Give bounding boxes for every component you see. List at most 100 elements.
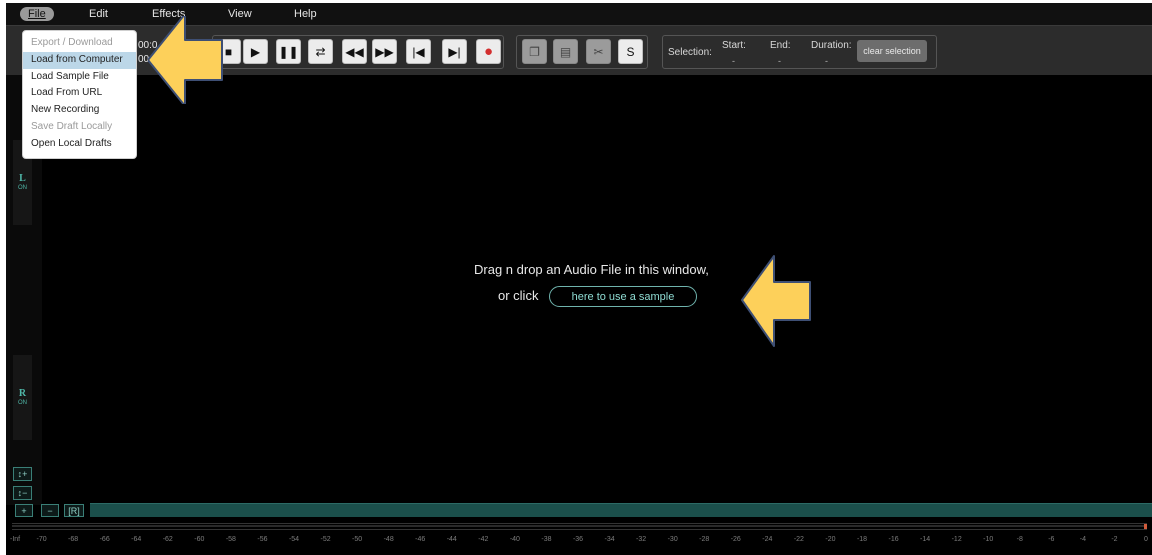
db-scale-label: -40 <box>509 536 520 543</box>
skip-start-button[interactable]: |◀ <box>406 39 431 64</box>
silence-icon: S <box>626 44 635 59</box>
vertical-zoom-out-button[interactable]: ↕− <box>13 486 32 500</box>
db-scale-label: -2 <box>1111 536 1118 543</box>
arrow-pointer-icon <box>741 255 811 347</box>
menu-view[interactable]: View <box>228 7 252 21</box>
db-scale-label: -26 <box>730 536 741 543</box>
db-scale-label: -64 <box>131 536 142 543</box>
play-icon: ▶ <box>250 44 261 59</box>
menu-load-sample-file[interactable]: Load Sample File <box>23 69 136 86</box>
rewind-button[interactable]: ◀◀ <box>342 39 367 64</box>
db-scale-label: -38 <box>541 536 552 543</box>
menu-open-local-drafts[interactable]: Open Local Drafts <box>23 136 136 153</box>
db-scale-label: -42 <box>478 536 489 543</box>
channel-right-state: ON <box>18 400 27 406</box>
db-scale-label: -62 <box>162 536 173 543</box>
channel-left-letter: L <box>19 173 26 184</box>
cut-button[interactable]: ✂ <box>586 39 611 64</box>
record-icon: ● <box>483 43 494 60</box>
drop-instruction: Drag n drop an Audio File in this window… <box>474 262 709 277</box>
clear-selection-button[interactable]: clear selection <box>857 40 927 62</box>
db-scale-label: -22 <box>793 536 804 543</box>
db-scale-label: -36 <box>572 536 584 543</box>
db-scale-label: -54 <box>288 536 300 543</box>
db-scale-label: -66 <box>99 536 110 543</box>
copy-button[interactable]: ❐ <box>522 39 547 64</box>
db-scale-label: 0 <box>1144 536 1148 543</box>
db-scale-label: -28 <box>699 536 710 543</box>
db-scale-label: -30 <box>667 536 678 543</box>
channel-left-state: ON <box>18 185 27 191</box>
or-click-text: or click <box>498 288 539 303</box>
menu-help[interactable]: Help <box>294 7 317 21</box>
db-scale-label: -16 <box>888 536 899 543</box>
silence-button[interactable]: S <box>618 39 643 64</box>
db-scale-label: -12 <box>951 536 962 543</box>
selection-duration-value: - <box>825 56 828 66</box>
level-meter-peak <box>1144 524 1147 529</box>
zoom-reset-button[interactable]: [R] <box>64 504 84 517</box>
db-scale-label: -56 <box>257 536 268 543</box>
skip-end-button[interactable]: ▶| <box>442 39 467 64</box>
db-scale-label: -58 <box>225 536 236 543</box>
db-scale-label: -70 <box>36 536 47 543</box>
play-button[interactable]: ▶ <box>243 39 268 64</box>
sample-link-button[interactable]: here to use a sample <box>549 286 697 307</box>
channel-right-letter: R <box>18 388 27 399</box>
channel-right[interactable]: R ON <box>13 355 32 440</box>
menu-new-recording[interactable]: New Recording <box>23 102 136 119</box>
db-scale-label: -10 <box>983 536 994 543</box>
file-dropdown-menu: Export / Download Load from Computer Loa… <box>22 30 137 159</box>
db-scale-label: -34 <box>604 536 615 543</box>
selection-label: Selection: <box>668 47 712 58</box>
selection-end-value: - <box>778 56 781 66</box>
record-button[interactable]: ● <box>476 39 501 64</box>
menu-save-draft-locally[interactable]: Save Draft Locally <box>23 119 136 136</box>
db-scale: -Inf -70 -68 -66 -64 -62 -60 -58 -56 -54 -52 -50 -48… <box>6 536 1152 548</box>
menu-export-download[interactable]: Export / Download <box>23 35 136 52</box>
db-scale-label: -48 <box>383 536 394 543</box>
db-scale-label: -20 <box>825 536 836 543</box>
skip-start-icon: |◀ <box>412 44 425 59</box>
fast-forward-button[interactable]: ▶▶ <box>372 39 397 64</box>
db-scale-label: -24 <box>762 536 773 543</box>
db-scale-label: -44 <box>446 536 457 543</box>
db-scale-label: -52 <box>320 536 331 543</box>
db-scale-label: -60 <box>194 536 205 543</box>
db-scale-label: -68 <box>68 536 79 543</box>
cut-icon: ✂ <box>593 44 604 59</box>
skip-end-icon: ▶| <box>448 44 461 59</box>
db-scale-label: -46 <box>415 536 426 543</box>
fast-forward-icon: ▶▶ <box>375 44 394 59</box>
menu-edit[interactable]: Edit <box>89 7 108 21</box>
menu-load-from-computer[interactable]: Load from Computer <box>23 51 136 69</box>
level-meter-bar <box>12 525 1147 527</box>
zoom-out-button[interactable]: − <box>41 504 59 517</box>
db-scale-label: -14 <box>920 536 931 543</box>
menu-file[interactable]: File <box>20 7 54 21</box>
pause-icon: ❚❚ <box>278 44 299 59</box>
zoom-in-button[interactable]: + <box>15 504 33 517</box>
db-scale-label: -6 <box>1048 536 1055 543</box>
pause-button[interactable]: ❚❚ <box>276 39 301 64</box>
level-meter <box>12 523 1147 530</box>
db-scale-label: -Inf <box>10 536 21 543</box>
db-scale-label: -50 <box>352 536 363 543</box>
db-scale-label: -32 <box>636 536 647 543</box>
rewind-icon: ◀◀ <box>345 44 364 59</box>
db-scale-label: -8 <box>1016 536 1023 543</box>
menu-load-from-url[interactable]: Load From URL <box>23 85 136 102</box>
vertical-zoom-in-button[interactable]: ↕+ <box>13 467 32 481</box>
selection-start-label: Start: <box>722 40 746 51</box>
timeline-scrollbar[interactable] <box>90 503 1152 517</box>
loop-icon: ⇄ <box>315 44 326 59</box>
paste-button[interactable]: ▤ <box>553 39 578 64</box>
db-scale-label: -4 <box>1079 536 1086 543</box>
paste-icon: ▤ <box>559 44 572 59</box>
selection-end-label: End: <box>770 40 791 51</box>
loop-button[interactable]: ⇄ <box>308 39 333 64</box>
selection-start-value: - <box>732 56 735 66</box>
db-scale-label: -18 <box>856 536 868 543</box>
selection-duration-label: Duration: <box>811 40 852 51</box>
copy-icon: ❐ <box>529 44 540 59</box>
